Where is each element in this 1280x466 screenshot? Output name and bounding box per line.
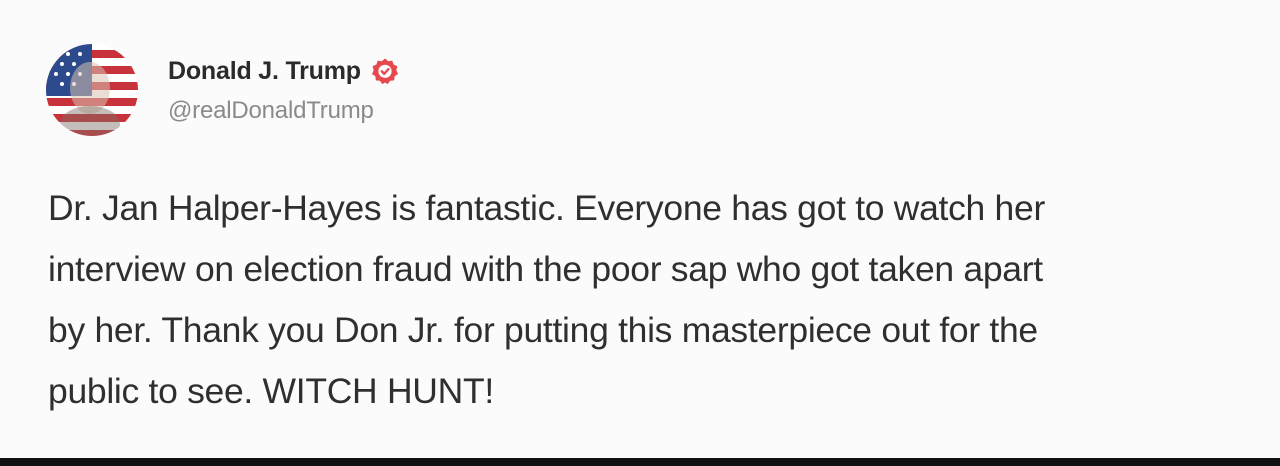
post-body-line: Dr. Jan Halper-Hayes is fantastic. Every… <box>48 188 1045 228</box>
bottom-divider <box>0 458 1280 466</box>
handle[interactable]: @realDonaldTrump <box>168 97 399 125</box>
post-body-line: by her. Thank you Don Jr. for putting th… <box>48 310 1038 350</box>
post-header: Donald J. Trump @realDonaldTrump <box>46 44 399 136</box>
post-card: Donald J. Trump @realDonaldTrump Dr. Jan… <box>0 0 1280 458</box>
post-body-line: public to see. WITCH HUNT! <box>48 371 494 411</box>
verified-badge-icon <box>371 57 399 85</box>
post-body-line: interview on election fraud with the poo… <box>48 249 1043 289</box>
flag-portrait-avatar-icon <box>46 44 138 136</box>
display-name[interactable]: Donald J. Trump <box>168 57 361 86</box>
post-body: Dr. Jan Halper-Hayes is fantastic. Every… <box>48 178 1280 422</box>
display-name-row: Donald J. Trump <box>168 53 399 89</box>
author-names: Donald J. Trump @realDonaldTrump <box>168 53 399 125</box>
avatar[interactable] <box>46 44 138 136</box>
